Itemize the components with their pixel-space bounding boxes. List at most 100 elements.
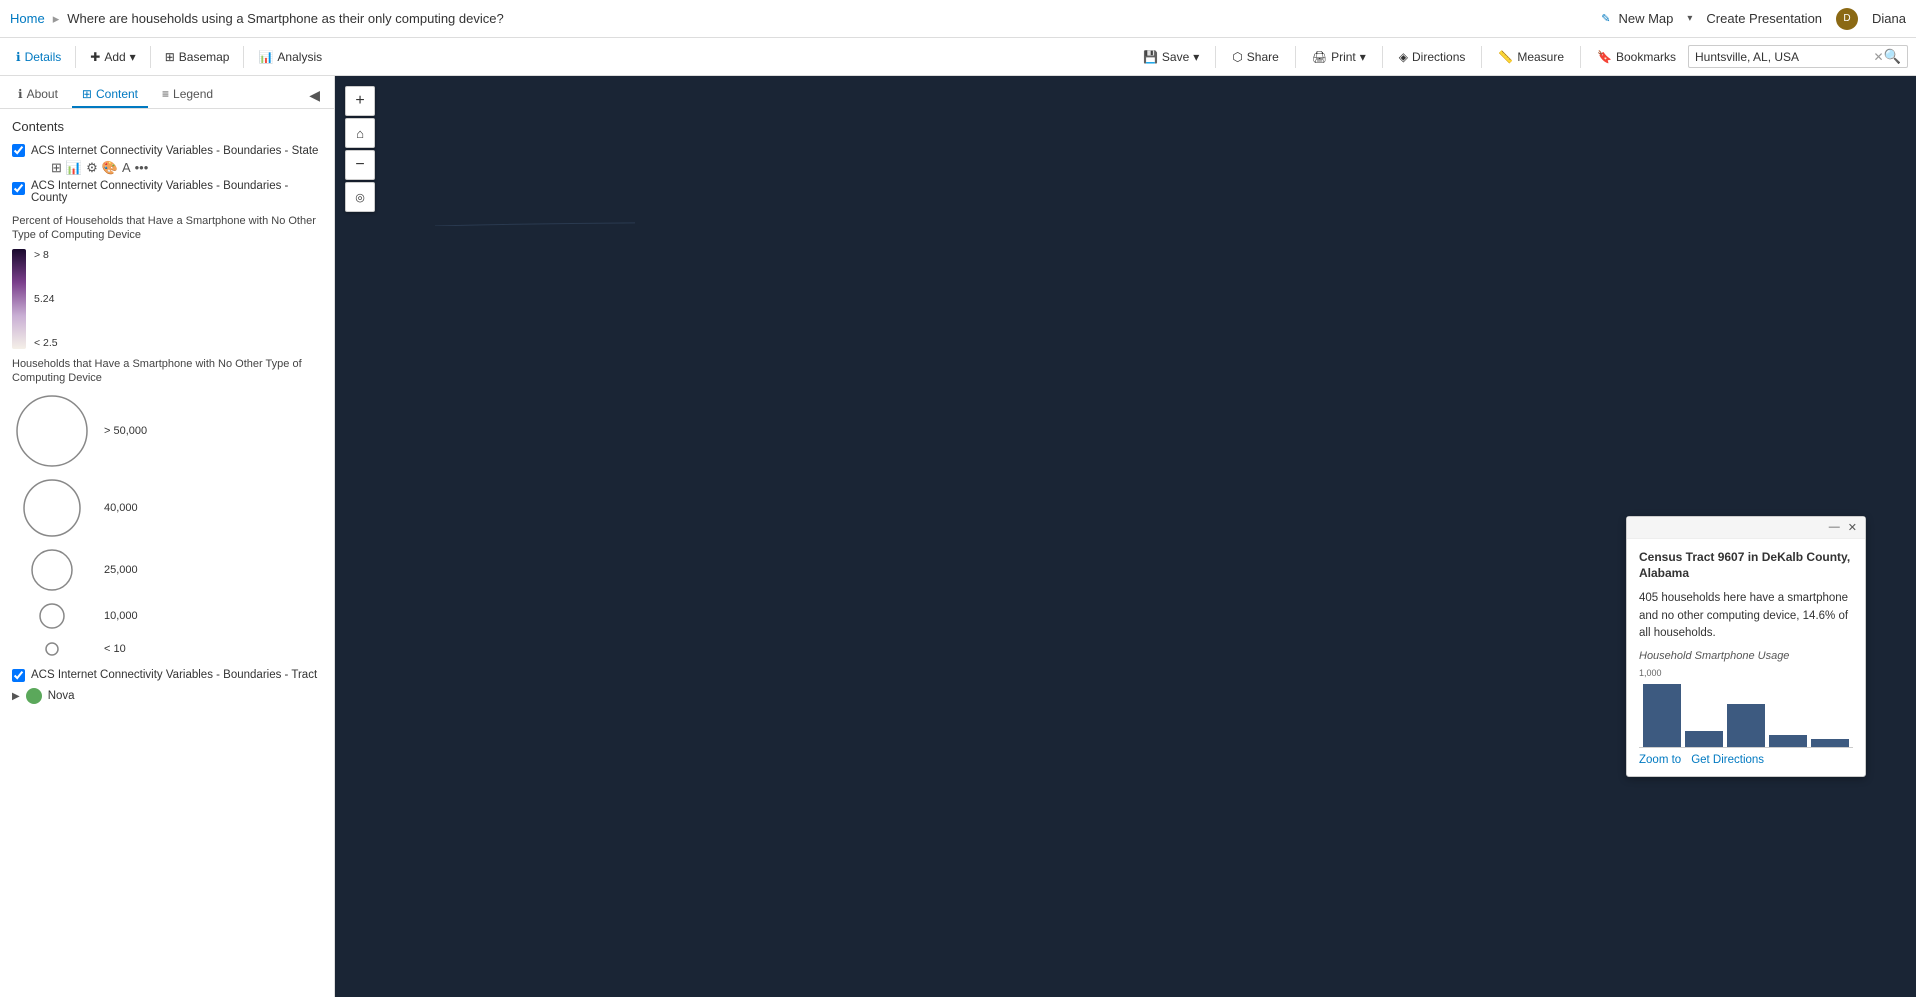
separator8 bbox=[1580, 46, 1581, 68]
analysis-button[interactable]: 📊 Analysis bbox=[250, 46, 330, 68]
save-button[interactable]: 💾 Save ▾ bbox=[1135, 46, 1207, 68]
layer2-checkbox[interactable] bbox=[12, 182, 25, 195]
expand-icon[interactable]: ▶ bbox=[12, 691, 20, 702]
circle-svg-1 bbox=[12, 393, 92, 469]
basemap-button[interactable]: ⊞ Basemap bbox=[157, 46, 238, 68]
analysis-icon: 📊 bbox=[258, 50, 273, 64]
list-item: ACS Internet Connectivity Variables - Bo… bbox=[12, 667, 322, 682]
circle-label-4: 10,000 bbox=[104, 610, 138, 622]
layer1-checkbox[interactable] bbox=[12, 144, 25, 157]
home-button[interactable]: ⌂ bbox=[345, 118, 375, 148]
search-box: ✕ 🔍 bbox=[1688, 45, 1908, 68]
layer3-label: ACS Internet Connectivity Variables - Bo… bbox=[31, 669, 317, 681]
chart-bar-1 bbox=[1643, 684, 1681, 747]
content-label: Content bbox=[96, 87, 138, 101]
top-navigation: Home ▸ Where are households using a Smar… bbox=[0, 0, 1916, 38]
add-icon: ✚ bbox=[90, 50, 100, 64]
table-icon[interactable]: ⊞ bbox=[51, 160, 62, 176]
circle-row-1: > 50,000 bbox=[12, 393, 322, 469]
popup-description: 405 households here have a smartphone an… bbox=[1639, 590, 1853, 642]
separator3 bbox=[243, 46, 244, 68]
basemap-icon: ⊞ bbox=[165, 50, 175, 64]
save-chevron-icon: ▾ bbox=[1193, 50, 1199, 64]
measure-label: Measure bbox=[1517, 50, 1564, 64]
share-label: Share bbox=[1247, 50, 1279, 64]
circle-svg-3 bbox=[12, 547, 92, 593]
analysis-label: Analysis bbox=[277, 50, 322, 64]
color-mid-label: 5.24 bbox=[34, 293, 58, 305]
print-chevron-icon: ▾ bbox=[1360, 50, 1366, 64]
layer1-icons: ⊞ 📊 ⚙ 🎨 A ••• bbox=[31, 160, 318, 176]
chevron-down-icon[interactable]: ▾ bbox=[1687, 13, 1692, 24]
chart-bar-4 bbox=[1769, 735, 1807, 747]
color-labels: > 8 5.24 < 2.5 bbox=[34, 249, 58, 349]
search-input[interactable] bbox=[1695, 50, 1874, 64]
right-tools: 💾 Save ▾ ⬡ Share 🖨 Print ▾ ◈ Directions … bbox=[1135, 45, 1908, 68]
basemap-label: Basemap bbox=[179, 50, 230, 64]
popup-links: Zoom to Get Directions bbox=[1639, 754, 1853, 766]
measure-button[interactable]: 📏 Measure bbox=[1490, 46, 1572, 68]
print-button[interactable]: 🖨 Print ▾ bbox=[1304, 46, 1374, 68]
list-item: ACS Internet Connectivity Variables - Bo… bbox=[12, 180, 322, 204]
popup-close-button[interactable]: ✕ bbox=[1844, 520, 1861, 535]
search-icon[interactable]: 🔍 bbox=[1884, 48, 1901, 65]
get-directions-link[interactable]: Get Directions bbox=[1691, 754, 1764, 766]
share-button[interactable]: ⬡ Share bbox=[1224, 46, 1287, 68]
tab-content[interactable]: ⊞ Content bbox=[72, 82, 148, 108]
list-item: ACS Internet Connectivity Variables - Bo… bbox=[12, 142, 322, 176]
collapse-panel-button[interactable]: ◀ bbox=[303, 85, 326, 106]
chart-bar-3 bbox=[1727, 704, 1765, 747]
directions-label: Directions bbox=[1412, 50, 1465, 64]
popup-title: Census Tract 9607 in DeKalb County, Alab… bbox=[1639, 549, 1853, 583]
style-icon[interactable]: 🎨 bbox=[102, 160, 118, 176]
circle-row-3: 25,000 bbox=[12, 547, 322, 593]
bookmarks-icon: 🔖 bbox=[1597, 50, 1612, 64]
zoom-to-link[interactable]: Zoom to bbox=[1639, 754, 1681, 766]
popup: — ✕ Census Tract 9607 in DeKalb County, … bbox=[1626, 516, 1866, 777]
layer1-group: ACS Internet Connectivity Variables - Bo… bbox=[31, 142, 318, 176]
locate-button[interactable]: ◎ bbox=[345, 182, 375, 212]
popup-chart bbox=[1639, 668, 1853, 748]
bookmarks-label: Bookmarks bbox=[1616, 50, 1676, 64]
user-name[interactable]: Diana bbox=[1872, 11, 1906, 26]
separator5 bbox=[1295, 46, 1296, 68]
user-avatar[interactable]: D bbox=[1836, 8, 1858, 30]
contents-title: Contents bbox=[12, 119, 322, 134]
color-min-label: < 2.5 bbox=[34, 337, 58, 349]
layer2-label: ACS Internet Connectivity Variables - Bo… bbox=[31, 180, 322, 204]
toolbar: ℹ Details ✚ Add ▾ ⊞ Basemap 📊 Analysis 💾… bbox=[0, 38, 1916, 76]
label-icon[interactable]: A bbox=[122, 160, 131, 176]
legend-label: Legend bbox=[173, 87, 213, 101]
left-panel: ℹ About ⊞ Content ≡ Legend ◀ Contents AC… bbox=[0, 76, 335, 997]
circle-row-5: < 10 bbox=[12, 639, 322, 659]
filter-icon[interactable]: ⚙ bbox=[86, 160, 98, 176]
create-presentation-link[interactable]: Create Presentation bbox=[1706, 11, 1822, 26]
add-button[interactable]: ✚ Add ▾ bbox=[82, 46, 143, 68]
chart-icon[interactable]: 📊 bbox=[66, 160, 82, 176]
tab-about[interactable]: ℹ About bbox=[8, 82, 68, 108]
close-icon[interactable]: ✕ bbox=[1874, 50, 1884, 64]
directions-button[interactable]: ◈ Directions bbox=[1391, 46, 1474, 68]
zoom-out-button[interactable]: − bbox=[345, 150, 375, 180]
main-area: ℹ About ⊞ Content ≡ Legend ◀ Contents AC… bbox=[0, 76, 1916, 997]
edit-title-icon[interactable]: ✎ bbox=[1601, 12, 1610, 25]
map-area[interactable]: + ⌂ − ◎ — ✕ Census Tract 9607 in DeKalb … bbox=[335, 76, 1916, 997]
nova-layer-item: ▶ Nova bbox=[12, 688, 322, 704]
share-icon: ⬡ bbox=[1232, 50, 1242, 64]
new-map-link[interactable]: New Map bbox=[1618, 11, 1673, 26]
details-button[interactable]: ℹ Details bbox=[8, 46, 69, 68]
nav-right: New Map ▾ Create Presentation D Diana bbox=[1618, 8, 1906, 30]
content-icon: ⊞ bbox=[82, 87, 92, 101]
nova-label: Nova bbox=[48, 690, 75, 702]
bookmarks-button[interactable]: 🔖 Bookmarks bbox=[1589, 46, 1684, 68]
panel-content: Contents ACS Internet Connectivity Varia… bbox=[0, 109, 334, 997]
layer3-checkbox[interactable] bbox=[12, 669, 25, 682]
about-icon: ℹ bbox=[18, 87, 23, 101]
tab-legend[interactable]: ≡ Legend bbox=[152, 82, 223, 108]
popup-minimize-button[interactable]: — bbox=[1825, 520, 1844, 534]
zoom-in-button[interactable]: + bbox=[345, 86, 375, 116]
add-chevron-icon: ▾ bbox=[130, 50, 136, 64]
home-link[interactable]: Home bbox=[10, 11, 45, 26]
circle-row-2: 40,000 bbox=[12, 477, 322, 539]
more-icon[interactable]: ••• bbox=[135, 160, 149, 176]
